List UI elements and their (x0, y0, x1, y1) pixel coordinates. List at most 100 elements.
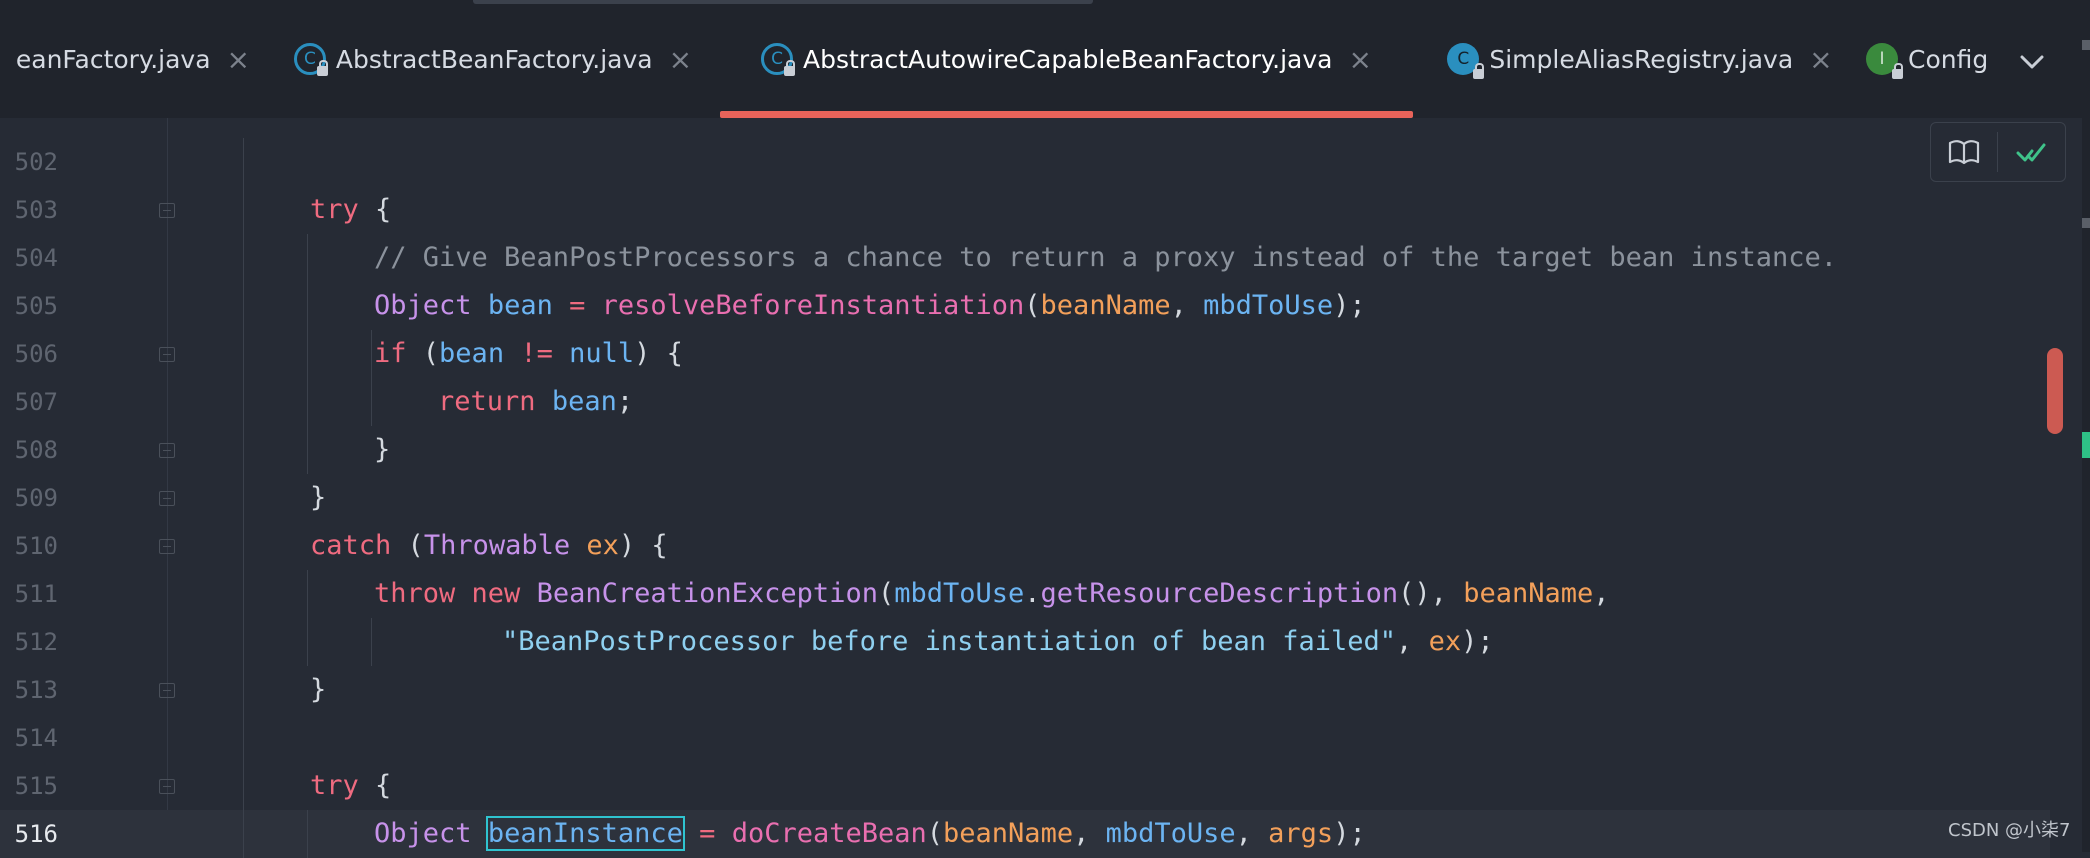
code-line[interactable]: 515 try { (0, 762, 2050, 810)
right-tool-strip (2082, 0, 2090, 852)
code-token: ex (1428, 626, 1462, 657)
fold-marker-icon[interactable] (159, 203, 175, 218)
code-token: Object (374, 818, 472, 849)
watermark: CSDN @小柒7 (1948, 820, 2071, 841)
tab-label: SimpleAliasRegistry.java (1489, 44, 1794, 74)
code-line[interactable]: 510 catch (Throwable ex) { (0, 522, 2050, 570)
indent-guide (307, 570, 308, 666)
code-token: beanName (1040, 290, 1171, 321)
code-token: bean (487, 290, 553, 321)
code-token: ); (1461, 626, 1494, 657)
code-text: } (310, 666, 326, 714)
tab-abstract-autowire-capable-bean-factory[interactable]: C AbstractAutowireCapableBeanFactory.java… (720, 0, 1413, 118)
line-number: 514 (14, 724, 58, 752)
class-icon: C (1447, 43, 1485, 79)
code-token: ) { (618, 530, 668, 561)
icon-glyph: I (1879, 49, 1885, 69)
fold-marker-icon[interactable] (159, 683, 175, 698)
code-token: mbdToUse (1203, 290, 1334, 321)
indent-guide (371, 330, 372, 426)
interface-icon: I (1866, 43, 1903, 79)
code-line[interactable]: 514 (0, 714, 2050, 762)
code-token: , (1593, 578, 1610, 609)
code-text: // Give BeanPostProcessors a chance to r… (374, 234, 1837, 282)
code-token: ; (616, 386, 634, 417)
icon-glyph: C (303, 49, 316, 69)
code-token: // Give BeanPostProcessors a chance to r… (374, 242, 1837, 273)
reader-mode-button[interactable] (1931, 123, 1997, 181)
code-token: . (1024, 578, 1041, 609)
line-number: 505 (14, 292, 58, 320)
tab-simple-alias-registry[interactable]: C SimpleAliasRegistry.java × (1420, 0, 1860, 118)
code-token: != (520, 338, 553, 369)
tab-config[interactable]: I Config (1866, 0, 2006, 118)
code-token: try (310, 194, 359, 225)
fold-marker-icon[interactable] (159, 779, 175, 794)
close-icon[interactable]: × (669, 43, 692, 76)
code-line[interactable]: 503 try { (0, 186, 2050, 234)
code-token: = (699, 818, 716, 849)
code-token: BeanCreationException (536, 578, 878, 609)
line-number: 508 (14, 436, 58, 464)
code-text: Object beanInstance = doCreateBean(beanN… (374, 810, 1366, 858)
line-number: 510 (14, 532, 58, 560)
close-icon[interactable]: × (227, 43, 250, 76)
code-text: try { (310, 186, 391, 234)
code-token: args (1268, 818, 1334, 849)
class-icon: C (293, 43, 328, 76)
selected-identifier: beanInstance (485, 816, 685, 851)
close-icon[interactable]: × (1809, 43, 1832, 76)
tab-label: AbstractBeanFactory.java (335, 44, 653, 74)
code-text: catch (Throwable ex) { (310, 522, 668, 570)
line-number: 512 (14, 628, 58, 656)
code-line[interactable]: 513} (0, 666, 2050, 714)
scrollbar-error-marker[interactable] (2047, 348, 2063, 434)
code-text: if (bean != null) { (374, 330, 683, 378)
indent-guide (371, 618, 372, 666)
class-icon: C (761, 43, 796, 76)
code-token: bean (551, 386, 617, 417)
tab-abstract-bean-factory[interactable]: C AbstractBeanFactory.java × (268, 0, 718, 118)
line-number: 515 (14, 772, 58, 800)
fold-marker-icon[interactable] (159, 491, 175, 506)
lock-icon (784, 60, 796, 76)
code-line[interactable]: 502 (0, 138, 2050, 186)
code-token: (), (1398, 578, 1464, 609)
fold-marker-icon[interactable] (159, 539, 175, 554)
strip-status-indicator (2082, 432, 2090, 458)
fold-marker-icon[interactable] (159, 347, 175, 362)
code-token: ( (1024, 290, 1041, 321)
code-token: Throwable (423, 530, 571, 561)
tab-list-dropdown-button[interactable] (2010, 40, 2054, 84)
code-text: } (310, 474, 326, 522)
icon-glyph: C (1457, 49, 1470, 69)
inspection-status-button[interactable] (1998, 123, 2064, 181)
icon-glyph: C (771, 49, 783, 69)
code-token: , (1235, 818, 1269, 849)
code-token: } (310, 674, 327, 705)
code-text: "BeanPostProcessor before instantiation … (502, 618, 1494, 666)
code-token: , (1396, 626, 1429, 657)
code-token: beanName (943, 818, 1074, 849)
code-token: ) { (634, 338, 683, 369)
code-token: ( (926, 818, 944, 849)
code-line[interactable]: 509} (0, 474, 2050, 522)
code-text: return bean; (438, 378, 633, 426)
tab-beanfactory[interactable]: eanFactory.java × (0, 0, 250, 118)
close-icon[interactable]: × (1348, 43, 1371, 76)
code-token: null (569, 338, 635, 369)
code-editor[interactable]: 502 503 try {504// Give BeanPostProcessors… (0, 118, 2090, 858)
code-text: } (374, 426, 390, 474)
line-number: 516 (14, 820, 58, 848)
fold-marker-icon[interactable] (159, 443, 175, 458)
code-token: , (1170, 290, 1204, 321)
code-token: bean (439, 338, 505, 369)
code-token: resolveBeforeInstantiation (601, 290, 1025, 321)
